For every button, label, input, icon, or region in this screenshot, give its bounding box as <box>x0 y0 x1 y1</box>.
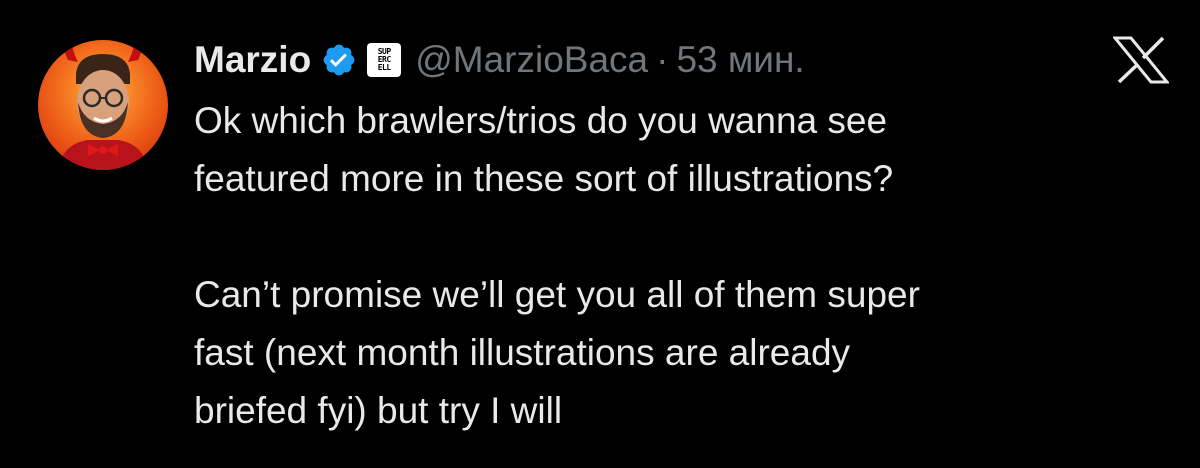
avatar-image <box>38 40 168 170</box>
tweet-timestamp[interactable]: 53 мин. <box>676 39 804 81</box>
separator-dot: · <box>656 39 669 80</box>
tweet-line: briefed fyi) but try I will <box>194 390 563 431</box>
tweet-header: Marzio SUP ERC ELL @MarzioBaca · 53 мин. <box>194 30 805 90</box>
tweet-paragraph-1: Ok which brawlers/trios do you wanna see… <box>194 92 1174 208</box>
affiliate-badge[interactable]: SUP ERC ELL <box>367 43 402 77</box>
verified-badge-icon[interactable] <box>321 42 357 78</box>
tweet-paragraph-2: Can’t promise we’ll get you all of them … <box>194 266 1174 440</box>
avatar[interactable] <box>38 40 168 170</box>
x-logo-icon[interactable] <box>1111 36 1171 84</box>
tweet-line: fast (next month illustrations are alrea… <box>194 332 851 373</box>
tweet-card[interactable]: Marzio SUP ERC ELL @MarzioBaca · 53 мин.… <box>0 0 1200 468</box>
author-display-name[interactable]: Marzio <box>194 39 311 81</box>
tweet-line: Ok which brawlers/trios do you wanna see <box>194 100 888 141</box>
tweet-line: featured more in these sort of illustrat… <box>194 158 894 199</box>
author-handle[interactable]: @MarzioBaca <box>415 39 648 81</box>
affiliate-line-3: ELL <box>377 63 391 72</box>
tweet-line: Can’t promise we’ll get you all of them … <box>194 274 920 315</box>
tweet-body: Ok which brawlers/trios do you wanna see… <box>194 92 1174 440</box>
